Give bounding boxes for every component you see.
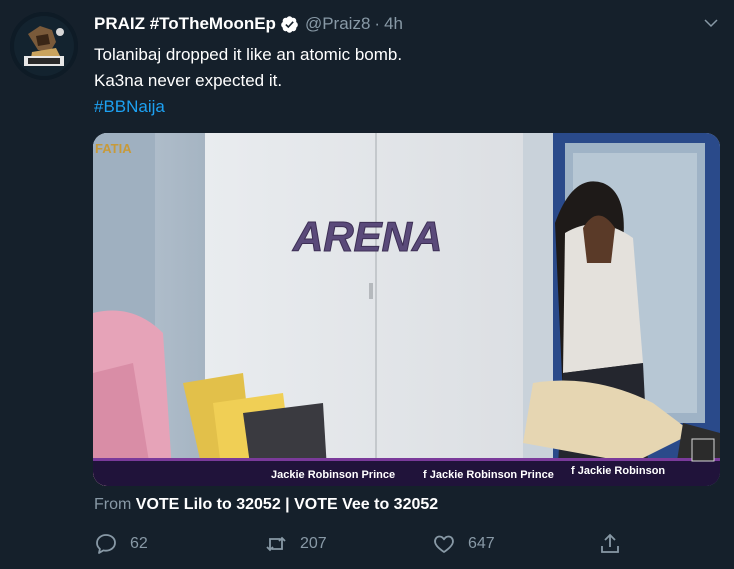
share-icon [601,533,619,553]
tweet-text-line-1: Tolanibaj dropped it like an atomic bomb… [94,45,403,64]
chevron-down-icon[interactable] [702,14,720,32]
tweet-actions: 62 207 647 [94,532,634,558]
verified-badge-icon [281,15,298,33]
like-count: 647 [468,535,495,552]
reply-icon [96,534,116,554]
tweet-timestamp[interactable]: 4h [384,14,403,34]
tweet-text-line-2: Ka3na never expected it. [94,71,283,90]
corner-logo-text: FATIA [95,141,132,156]
video-frame: ARENA FATIA Jackie Robinson Prince f Jac… [93,133,720,486]
like-button[interactable]: 647 [432,532,495,556]
tweet[interactable]: PRAIZ #ToTheMoonEp @Praiz8 · 4h Tolaniba… [0,0,734,569]
avatar[interactable] [10,12,78,80]
share-button[interactable] [598,532,634,556]
ticker-text-3: f Jackie Robinson [571,465,665,477]
reply-button[interactable]: 62 [94,532,148,556]
avatar-image [10,12,78,80]
tweet-source: From VOTE Lilo to 32052 | VOTE Vee to 32… [94,496,438,514]
tweet-header: PRAIZ #ToTheMoonEp @Praiz8 · 4h [94,13,403,35]
ticker-text-2: f Jackie Robinson Prince [423,469,554,481]
retweet-button[interactable]: 207 [264,532,327,556]
heart-icon [434,535,454,553]
display-name[interactable]: PRAIZ #ToTheMoonEp [94,14,276,34]
reply-count: 62 [130,535,148,552]
tweet-media-video[interactable]: ARENA FATIA Jackie Robinson Prince f Jac… [93,133,720,486]
ticker-text-1: Jackie Robinson Prince [271,469,395,481]
user-handle[interactable]: @Praiz8 [305,14,370,34]
retweet-count: 207 [300,535,327,552]
source-prefix: From [94,496,132,513]
arena-sign-text: ARENA [292,213,442,260]
retweet-icon [266,536,286,552]
hashtag-link[interactable]: #BBNaija [94,94,402,120]
header-separator: · [374,14,381,33]
tweet-text: Tolanibaj dropped it like an atomic bomb… [94,42,402,120]
source-link[interactable]: VOTE Lilo to 32052 | VOTE Vee to 32052 [136,496,438,513]
